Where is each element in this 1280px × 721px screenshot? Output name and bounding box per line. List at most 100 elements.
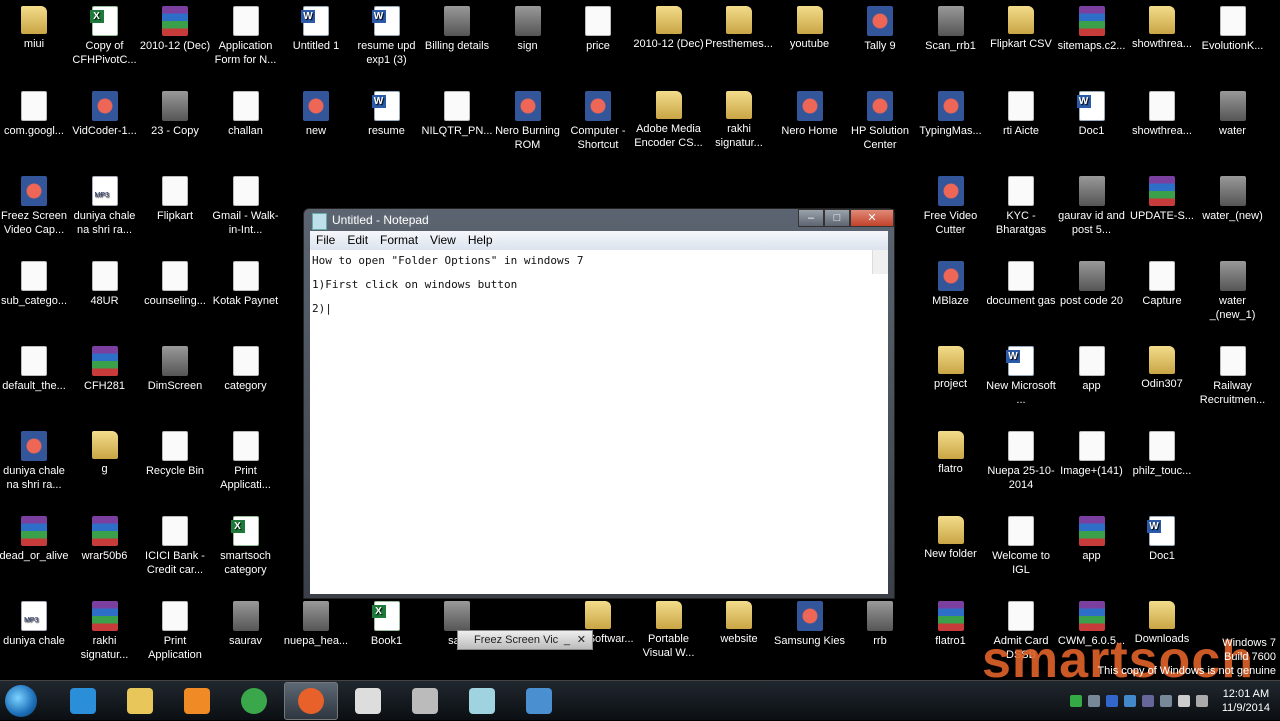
minimize-button[interactable]: – <box>798 209 824 227</box>
menu-help[interactable]: Help <box>462 231 499 250</box>
desktop-icon[interactable]: ICICI Bank - Credit car... <box>139 510 211 577</box>
taskbar-media-player[interactable] <box>170 682 224 720</box>
desktop-icon[interactable]: Portable Visual W... <box>633 595 705 660</box>
desktop-icon[interactable]: Capture <box>1126 255 1198 308</box>
desktop-icon[interactable]: miui <box>0 0 70 51</box>
desktop-icon[interactable]: Samsung Kies <box>774 595 846 648</box>
desktop-icon[interactable]: Untitled 1 <box>280 0 352 53</box>
desktop-icon[interactable]: category <box>210 340 282 393</box>
text-editor[interactable]: How to open "Folder Options" in windows … <box>310 250 888 594</box>
taskbar-camera-app[interactable] <box>398 682 452 720</box>
desktop-icon[interactable]: water _(new_1) <box>1197 255 1269 322</box>
desktop-icon[interactable]: Recycle Bin <box>139 425 211 478</box>
desktop-icon[interactable]: Application Form for N... <box>210 0 282 67</box>
desktop-icon[interactable]: website <box>703 595 775 646</box>
desktop-icon[interactable]: resume <box>351 85 423 138</box>
menu-edit[interactable]: Edit <box>341 231 374 250</box>
desktop-icon[interactable]: saurav <box>210 595 282 648</box>
desktop-icon[interactable]: nuepa_hea... <box>280 595 352 648</box>
taskbar-notepad[interactable] <box>455 682 509 720</box>
flag-icon[interactable] <box>1159 695 1172 707</box>
taskbar-windows-explorer[interactable] <box>113 682 167 720</box>
desktop-icon[interactable]: Freez Screen Video Cap... <box>0 170 70 237</box>
desktop-icon[interactable]: Tally 9 <box>844 0 916 53</box>
desktop-icon[interactable]: duniya chale na shri ra... <box>0 425 70 492</box>
desktop-icon[interactable]: UPDATE-S... <box>1126 170 1198 223</box>
desktop-icon[interactable]: rrb <box>844 595 916 648</box>
desktop-icon[interactable]: Kotak Paynet <box>210 255 282 308</box>
desktop-icon[interactable]: Print Application <box>139 595 211 662</box>
desktop-icon[interactable]: Flipkart CSV <box>985 0 1057 51</box>
desktop-icon[interactable]: water <box>1197 85 1269 138</box>
desktop-icon[interactable]: TypingMas... <box>915 85 987 138</box>
desktop-icon[interactable]: document gas <box>985 255 1057 308</box>
desktop-icon[interactable]: Book1 <box>351 595 423 648</box>
popup-close[interactable]: ✕ <box>577 631 586 649</box>
desktop-icon[interactable]: Gmail - Walk-in-Int... <box>210 170 282 237</box>
desktop-icon[interactable]: default_the... <box>0 340 70 393</box>
volume-icon[interactable] <box>1195 695 1208 707</box>
desktop-icon[interactable]: KYC - Bharatgas <box>985 170 1057 237</box>
maximize-button[interactable]: □ <box>824 209 850 227</box>
desktop-icon[interactable]: EvolutionK... <box>1197 0 1269 53</box>
desktop-icon[interactable]: duniya chale na shri ra... <box>69 170 141 237</box>
desktop-icon[interactable]: NILQTR_PN... <box>421 85 493 138</box>
desktop-icon[interactable]: Image+(141) <box>1056 425 1128 478</box>
dropbox-icon[interactable] <box>1123 695 1136 707</box>
desktop-icon[interactable]: wrar50b6 <box>69 510 141 563</box>
desktop-icon[interactable]: 48UR <box>69 255 141 308</box>
desktop-icon[interactable]: flatro <box>915 425 987 476</box>
menu-view[interactable]: View <box>424 231 462 250</box>
vertical-scrollbar[interactable] <box>872 250 888 274</box>
desktop-icon[interactable]: 2010-12 (Dec) <box>633 0 705 51</box>
desktop-icon[interactable]: Welcome to IGL <box>985 510 1057 577</box>
network-icon[interactable] <box>1087 695 1100 707</box>
desktop-icon[interactable]: rakhi signatur... <box>69 595 141 662</box>
close-button[interactable]: ✕ <box>850 209 894 227</box>
desktop-icon[interactable]: Print Applicati... <box>210 425 282 492</box>
desktop-icon[interactable]: rakhi signatur... <box>703 85 775 150</box>
menu-file[interactable]: File <box>310 231 341 250</box>
desktop-icon[interactable]: new <box>280 85 352 138</box>
desktop-icon[interactable]: Free Video Cutter <box>915 170 987 237</box>
desktop-icon[interactable]: g <box>69 425 141 476</box>
menu-format[interactable]: Format <box>374 231 424 250</box>
desktop-icon[interactable]: sign <box>492 0 564 53</box>
desktop-icon[interactable]: showthrea... <box>1126 0 1198 51</box>
desktop-icon[interactable]: duniya chale <box>0 595 70 648</box>
desktop-icon[interactable]: counseling... <box>139 255 211 308</box>
desktop-icon[interactable]: 23 - Copy <box>139 85 211 138</box>
desktop-icon[interactable]: New Microsoft ... <box>985 340 1057 407</box>
desktop-icon[interactable]: Presthemes... <box>703 0 775 51</box>
desktop-icon[interactable]: app <box>1056 340 1128 393</box>
desktop-icon[interactable]: sitemaps.c2... <box>1056 0 1128 53</box>
taskbar-internet-explorer[interactable] <box>56 682 110 720</box>
desktop-icon[interactable]: rti Aicte <box>985 85 1057 138</box>
desktop-icon[interactable]: water_(new) <box>1197 170 1269 223</box>
desktop-icon[interactable]: Nero Burning ROM <box>492 85 564 152</box>
desktop-icon[interactable]: smartsoch category <box>210 510 282 577</box>
desktop-icon[interactable]: price <box>562 0 634 53</box>
desktop-icon[interactable]: Scan_rrb1 <box>915 0 987 53</box>
desktop-icon[interactable]: Billing details <box>421 0 493 53</box>
desktop-icon[interactable]: Doc1 <box>1126 510 1198 563</box>
clock[interactable]: 12:01 AM 11/9/2014 <box>1222 687 1270 715</box>
desktop-icon[interactable]: VidCoder-1... <box>69 85 141 138</box>
desktop-icon[interactable]: project <box>915 340 987 391</box>
battery-icon[interactable] <box>1177 695 1190 707</box>
desktop-icon[interactable]: sub_catego... <box>0 255 70 308</box>
desktop-icon[interactable]: Nero Home <box>774 85 846 138</box>
desktop-icon[interactable]: HP Solution Center <box>844 85 916 152</box>
tray-app-icon[interactable] <box>1141 695 1154 707</box>
desktop-icon[interactable]: Railway Recruitmen... <box>1197 340 1269 407</box>
freez-screen-popup[interactable]: Freez Screen Vic _ ✕ <box>457 630 593 650</box>
desktop-icon[interactable]: Flipkart <box>139 170 211 223</box>
desktop-icon[interactable]: Computer - Shortcut <box>562 85 634 152</box>
desktop-icon[interactable]: Nuepa 25-10-2014 <box>985 425 1057 492</box>
desktop-icon[interactable]: dead_or_alive <box>0 510 70 563</box>
desktop-icon[interactable]: resume upd exp1 (3) <box>351 0 423 67</box>
taskbar-control-panel[interactable] <box>512 682 566 720</box>
desktop-icon[interactable]: Copy of CFHPivotC... <box>69 0 141 67</box>
desktop-icon[interactable]: 2010-12 (Dec) <box>139 0 211 53</box>
desktop-icon[interactable]: post code 20 <box>1056 255 1128 308</box>
